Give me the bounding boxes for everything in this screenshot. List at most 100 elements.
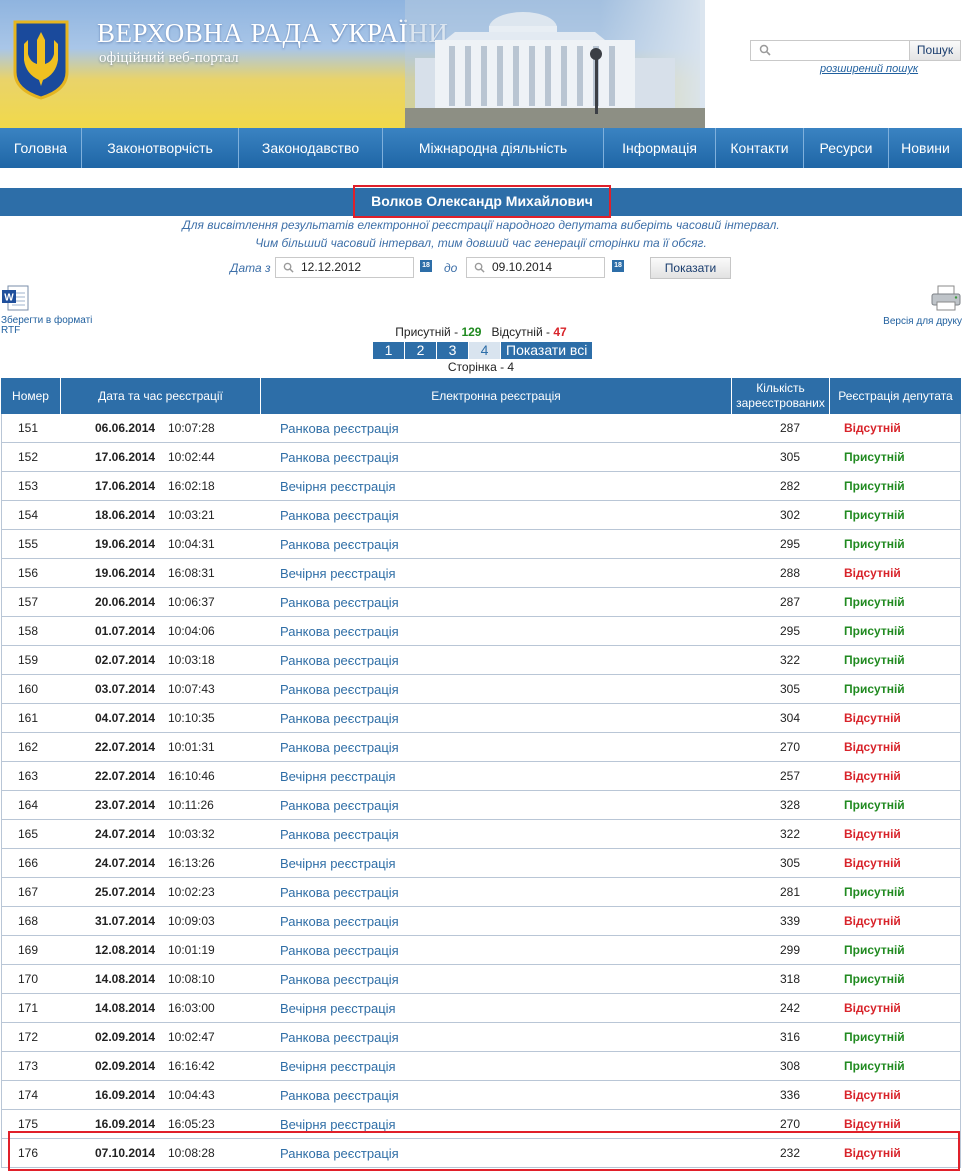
registration-link[interactable]: Ранкова реєстрація [262,914,732,929]
row-date: 17.06.2014 [95,450,156,464]
registered-count: 295 [779,624,800,638]
registration-link[interactable]: Ранкова реєстрація [262,624,732,639]
registered-count: 242 [779,1001,800,1015]
show-all-link[interactable]: Показати всі [501,342,592,359]
column-header-registered-count: Кількість зареєстрованих [732,378,830,414]
table-row: 164 23.07.2014 10:11:26 Ранкова реєстрація 3… [1,791,961,820]
nav-item-resources[interactable]: Ресурси [804,128,889,168]
registration-link[interactable]: Ранкова реєстрація [262,537,732,552]
row-datetime: 02.09.2014 16:16:42 [62,1059,262,1073]
row-number: 162 [18,740,39,754]
date-from-field[interactable]: 12.12.2012 [275,257,414,278]
row-time: 10:08:28 [168,1146,215,1160]
registration-link[interactable]: Вечірня реєстрація [262,566,732,581]
row-datetime: 02.07.2014 10:03:18 [62,653,262,667]
registration-link[interactable]: Ранкова реєстрація [262,1088,732,1103]
deputy-status: Відсутній [844,856,901,870]
table-header: Номер Дата та час реєстрації Електронна … [1,378,961,414]
show-button[interactable]: Показати [650,257,731,279]
page-indicator: Сторінка - 4 [447,360,515,374]
registration-link[interactable]: Вечірня реєстрація [262,856,732,871]
row-datetime: 22.07.2014 10:01:31 [62,740,262,754]
row-date: 06.06.2014 [95,421,156,435]
registration-link[interactable]: Ранкова реєстрація [262,885,732,900]
row-number: 172 [18,1030,39,1044]
advanced-search-link[interactable]: розширений пошук [820,63,918,75]
registered-count: 318 [779,972,800,986]
nav-item-information[interactable]: Інформація [604,128,716,168]
deputy-status: Присутній [844,653,905,667]
search-icon [759,44,771,56]
nav-item-home[interactable]: Головна [0,128,82,168]
table-row: 154 18.06.2014 10:03:21 Ранкова реєстрація 3… [1,501,961,530]
search-field[interactable] [750,40,910,61]
registration-link[interactable]: Вечірня реєстрація [262,479,732,494]
row-time: 10:07:43 [168,682,215,696]
row-number: 168 [18,914,39,928]
registered-count: 270 [779,740,800,754]
search-input[interactable] [777,41,907,60]
row-number: 174 [18,1088,39,1102]
printer-icon [931,285,961,311]
page-link-2[interactable]: 2 [405,342,437,359]
word-document-icon: W [2,285,29,311]
row-number: 151 [18,421,39,435]
table-row: 160 03.07.2014 10:07:43 Ранкова реєстрація 3… [1,675,961,704]
nav-item-lawmaking[interactable]: Законотворчість [82,128,239,168]
row-number: 165 [18,827,39,841]
registration-link[interactable]: Ранкова реєстрація [262,595,732,610]
registration-link[interactable]: Ранкова реєстрація [262,421,732,436]
deputy-status: Присутній [844,885,905,899]
registration-link[interactable]: Вечірня реєстрація [262,769,732,784]
page-link-4-current[interactable]: 4 [469,342,501,359]
table-row: 174 16.09.2014 10:04:43 Ранкова реєстрація 3… [1,1081,961,1110]
date-to-field[interactable]: 09.10.2014 [466,257,605,278]
deputy-status: Присутній [844,479,905,493]
row-time: 10:02:44 [168,450,215,464]
calendar-icon[interactable]: 18 [612,260,624,272]
row-time: 10:06:37 [168,595,215,609]
registration-link[interactable]: Ранкова реєстрація [262,943,732,958]
registration-link[interactable]: Вечірня реєстрація [262,1001,732,1016]
registration-link[interactable]: Ранкова реєстрація [262,508,732,523]
calendar-icon[interactable]: 18 [420,260,432,272]
row-time: 16:03:00 [168,1001,215,1015]
nav-item-international[interactable]: Міжнародна діяльність [383,128,604,168]
nav-item-legislation[interactable]: Законодавство [239,128,383,168]
row-time: 16:13:26 [168,856,215,870]
registration-link[interactable]: Ранкова реєстрація [262,827,732,842]
row-number: 155 [18,537,39,551]
registration-link[interactable]: Ранкова реєстрація [262,711,732,726]
deputy-status: Присутній [844,595,905,609]
nav-item-contacts[interactable]: Контакти [716,128,804,168]
registered-count: 282 [779,479,800,493]
row-date: 17.06.2014 [95,479,156,493]
registration-link[interactable]: Ранкова реєстрація [262,740,732,755]
registration-link[interactable]: Ранкова реєстрація [262,682,732,697]
registration-link[interactable]: Ранкова реєстрація [262,450,732,465]
page-link-1[interactable]: 1 [373,342,405,359]
deputy-status: Відсутній [844,1146,901,1160]
row-time: 10:02:47 [168,1030,215,1044]
column-header-e-registration: Електронна реєстрація [261,378,732,414]
coat-of-arms-icon[interactable] [12,20,70,100]
site-title[interactable]: ВЕРХОВНА РАДА УКРАЇНИ [97,18,448,49]
page-link-3[interactable]: 3 [437,342,469,359]
search-button[interactable]: Пошук [909,40,961,61]
registration-link[interactable]: Ранкова реєстрація [262,653,732,668]
registration-link[interactable]: Ранкова реєстрація [262,1030,732,1045]
table-row: 156 19.06.2014 16:08:31 Вечірня реєстрація 2… [1,559,961,588]
row-number: 176 [18,1146,39,1160]
registration-link[interactable]: Вечірня реєстрація [262,1117,732,1132]
row-datetime: 16.09.2014 10:04:43 [62,1088,262,1102]
registration-link[interactable]: Ранкова реєстрація [262,1146,732,1161]
row-time: 16:10:46 [168,769,215,783]
registration-link[interactable]: Ранкова реєстрація [262,798,732,813]
registration-link[interactable]: Вечірня реєстрація [262,1059,732,1074]
table-row: 161 04.07.2014 10:10:35 Ранкова реєстрація 3… [1,704,961,733]
row-datetime: 12.08.2014 10:01:19 [62,943,262,957]
nav-item-news[interactable]: Новини [889,128,962,168]
registration-link[interactable]: Ранкова реєстрація [262,972,732,987]
print-version-link[interactable]: Версія для друку [872,285,962,327]
row-datetime: 17.06.2014 10:02:44 [62,450,262,464]
